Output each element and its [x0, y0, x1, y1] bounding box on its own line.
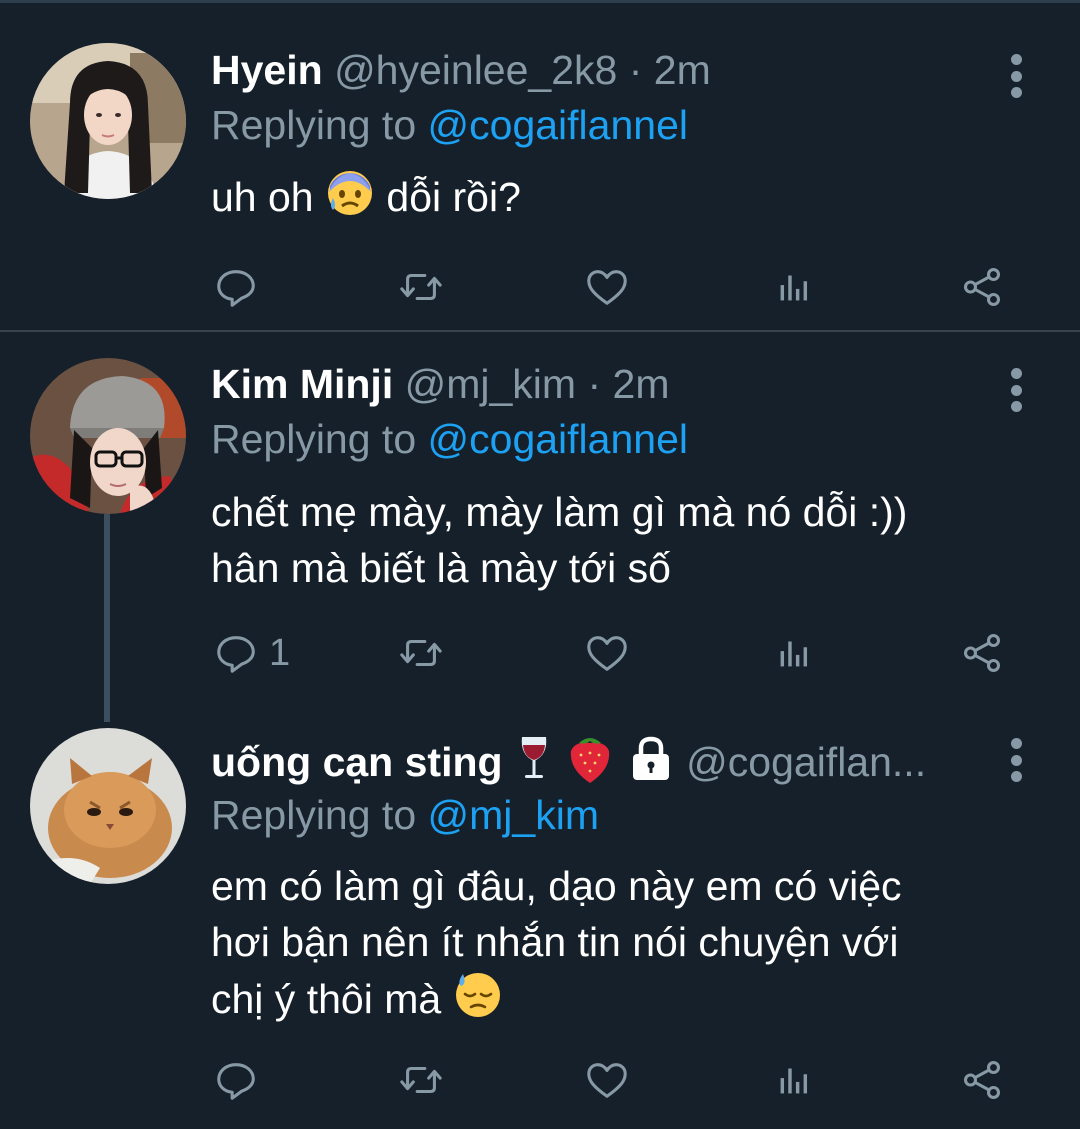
strawberry-icon: [565, 731, 615, 787]
retweet-button[interactable]: [398, 1055, 444, 1105]
wine-glass-icon: [514, 733, 554, 787]
tweet-3[interactable]: uống cạn sting @cogaiflan... Replying to…: [0, 0, 1080, 1129]
reply-button[interactable]: [213, 1055, 259, 1105]
user-handle[interactable]: @cogaiflan...: [686, 739, 926, 785]
tweet-text-line: em có làm gì đâu, dạo này em có việc: [211, 863, 902, 909]
replying-to: Replying to @mj_kim: [211, 787, 599, 843]
replying-prefix: Replying to: [211, 792, 417, 838]
mention-link[interactable]: @mj_kim: [428, 792, 599, 838]
display-name[interactable]: uống cạn sting: [211, 739, 503, 785]
analytics-icon: [771, 1057, 817, 1103]
tweet-text-line: hơi bận nên ít nhắn tin nói chuyện với: [211, 919, 899, 965]
retweet-icon: [398, 1057, 444, 1103]
lock-icon: [627, 733, 675, 787]
reply-icon: [213, 1057, 259, 1103]
tweet-header: uống cạn sting @cogaiflan...: [211, 731, 991, 787]
tweet-text-line: chị ý thôi mà: [211, 975, 442, 1022]
more-options-icon[interactable]: [1004, 738, 1028, 782]
share-icon: [959, 1057, 1005, 1103]
like-icon: [584, 1057, 630, 1103]
downcast-sweat-face-icon: [453, 970, 503, 1034]
tweet-text: em có làm gì đâu, dạo này em có việc hơi…: [211, 858, 1031, 1034]
analytics-button[interactable]: [771, 1055, 817, 1105]
like-button[interactable]: [584, 1055, 630, 1105]
action-bar: [211, 1055, 1031, 1105]
avatar[interactable]: [30, 728, 186, 884]
share-button[interactable]: [959, 1055, 1005, 1105]
